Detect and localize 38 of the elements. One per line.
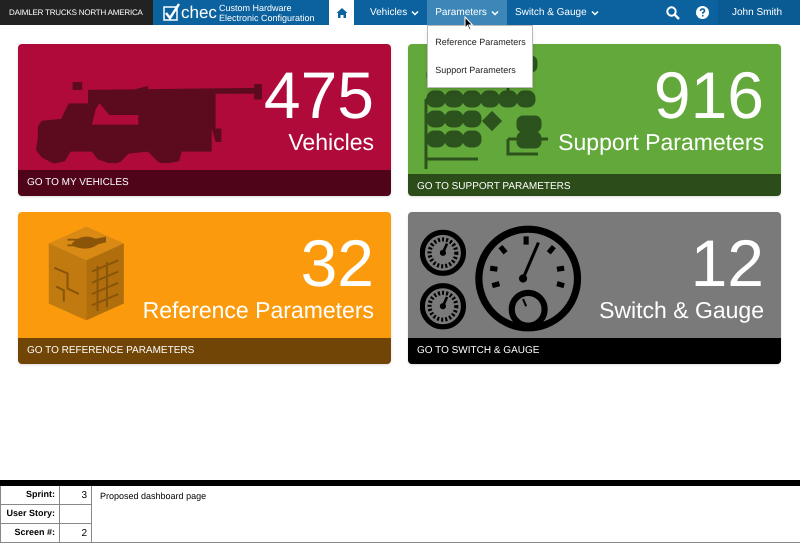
card-link[interactable]: GO TO MY VEHICLES <box>18 170 391 196</box>
help-icon <box>696 6 708 19</box>
caret-icon <box>411 10 420 16</box>
dropdown-item[interactable]: Support Parameters <box>428 56 532 84</box>
table-cell <box>60 505 92 524</box>
app-title: Custom Hardware <box>219 2 293 12</box>
count-label: 12 <box>690 232 764 294</box>
app-title: Electronic Configuration <box>219 12 316 22</box>
table-cell: Proposed dashboard page <box>92 486 800 543</box>
nav-menu[interactable]: Parameters <box>427 0 507 25</box>
count-label: 916 <box>654 64 764 126</box>
brand-label: DAIMLER TRUCKS NORTH AMERICA <box>0 0 153 25</box>
card-link[interactable]: GO TO REFERENCE PARAMETERS <box>18 338 391 364</box>
caret-icon <box>490 10 499 16</box>
card-title: Switch & Gauge <box>599 296 764 324</box>
chec-logo: chec <box>153 0 219 25</box>
table-cell: Screen #: <box>0 524 60 543</box>
nav-menu[interactable]: Switch & Gauge <box>506 0 607 25</box>
search-icon <box>666 6 680 20</box>
count-label: 32 <box>300 232 374 294</box>
card-title: Support Parameters <box>558 128 764 156</box>
count-label: 475 <box>264 64 374 126</box>
table-cell: User Story: <box>0 505 60 524</box>
card-title: Vehicles <box>288 128 374 156</box>
home-icon <box>336 6 348 18</box>
card-link[interactable]: GO TO SWITCH & GAUGE <box>408 338 781 364</box>
dashboard-card[interactable]: 32 Reference Parameters GO TO REFERENCE PARAMETERS <box>18 212 391 364</box>
caret-icon <box>590 10 599 16</box>
card-link[interactable]: GO TO SUPPORT PARAMETERS <box>408 174 781 196</box>
card-title: Reference Parameters <box>142 296 374 324</box>
table-cell: 3 <box>60 486 92 505</box>
nav-menu[interactable]: Vehicles <box>362 0 428 25</box>
table-cell: 2 <box>60 524 92 543</box>
home-tab[interactable] <box>329 0 354 25</box>
table-cell: Sprint: <box>0 486 60 505</box>
user-menu[interactable]: John Smith <box>718 0 800 25</box>
dashboard-card[interactable]: 12 Switch & Gauge GO TO SWITCH & GAUGE <box>408 212 781 364</box>
dashboard-card[interactable]: 475 Vehicles GO TO MY VEHICLES <box>18 44 391 196</box>
